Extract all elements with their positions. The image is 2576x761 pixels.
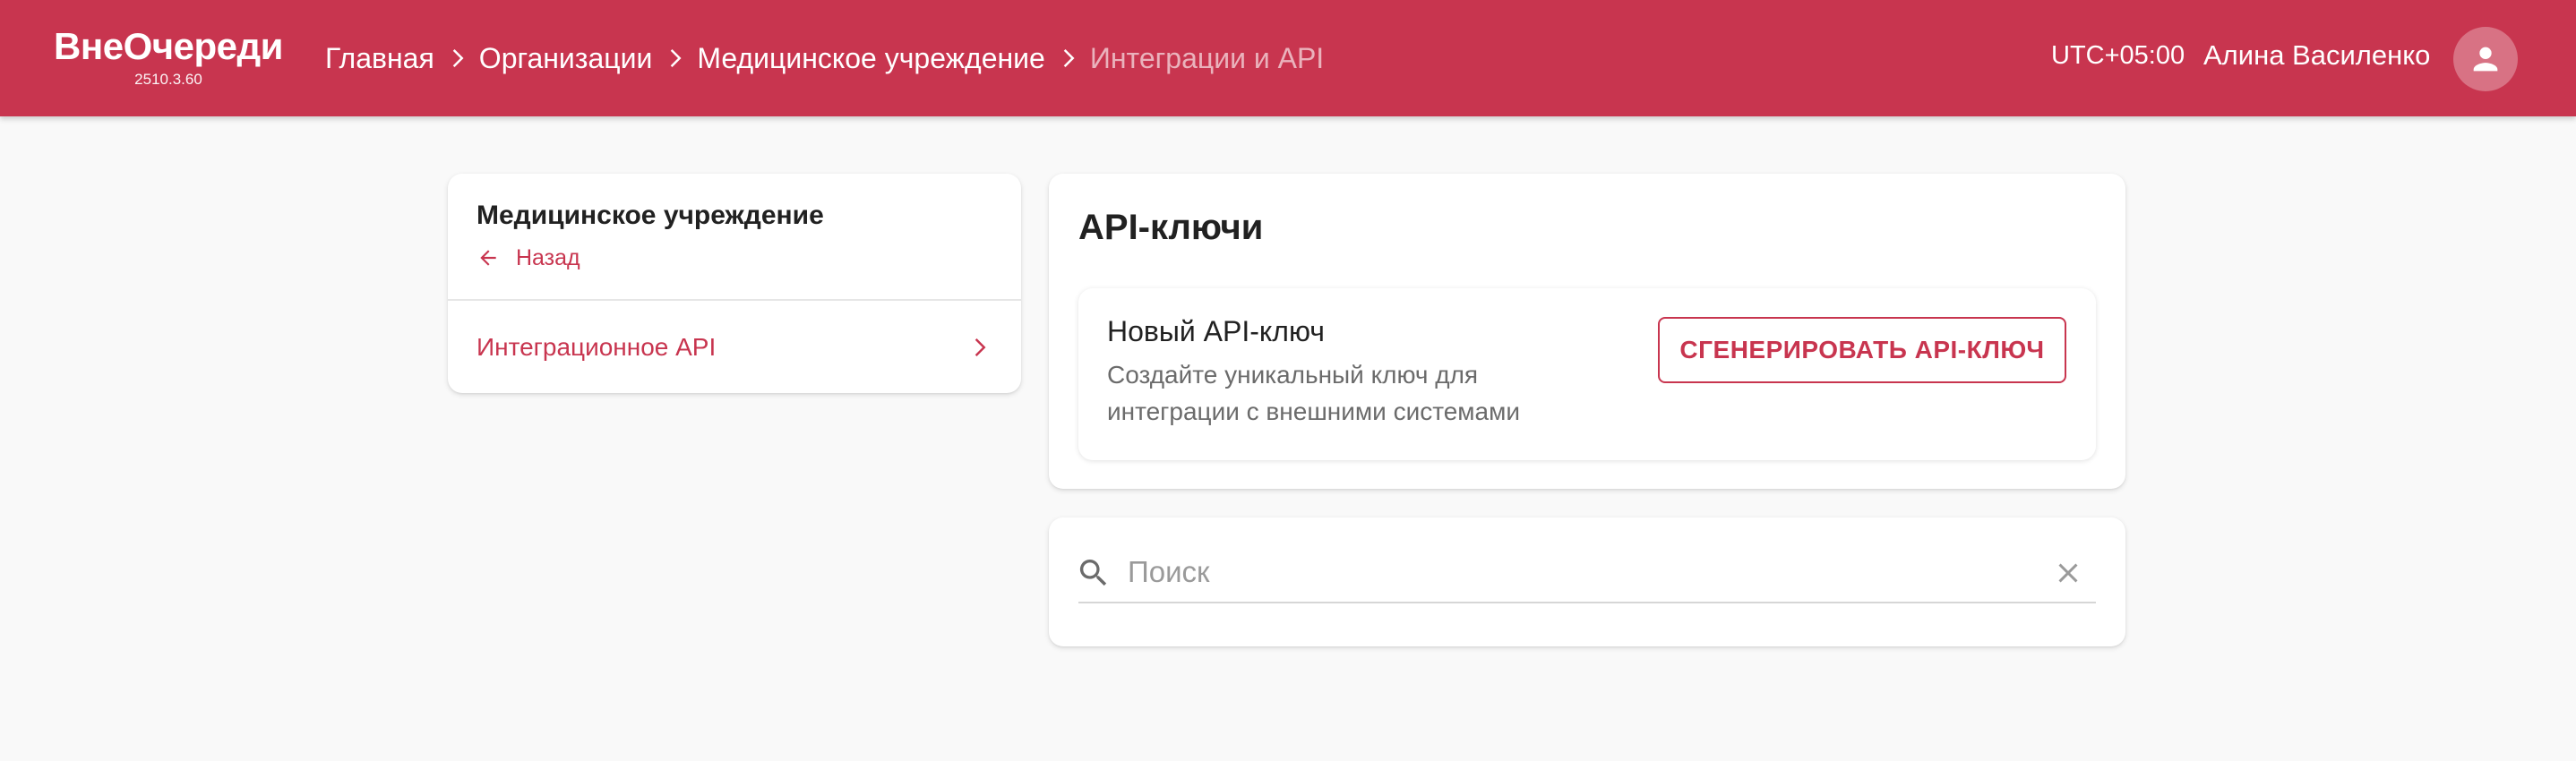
new-api-key-title: Новый API-ключ — [1107, 315, 1325, 347]
chevron-right-icon — [1045, 45, 1090, 72]
new-api-key-description: Создайте уникальный ключ для интеграции … — [1107, 361, 1521, 425]
search-input[interactable] — [1128, 550, 2023, 594]
chevron-right-icon — [652, 45, 697, 72]
arrow-left-icon — [480, 250, 496, 266]
breadcrumb: Главная Организации Медицинское учрежден… — [325, 36, 1324, 81]
breadcrumb-item-organizations[interactable]: Организации — [479, 42, 653, 75]
close-icon[interactable] — [2052, 557, 2084, 589]
search-icon — [1079, 560, 1107, 586]
api-keys-card: API-ключи Новый API-ключ Создайте уникал… — [1049, 174, 2125, 489]
back-link[interactable]: Назад — [477, 242, 580, 274]
chevron-right-icon — [434, 45, 479, 72]
back-link-label: Назад — [516, 244, 580, 270]
chevron-right-icon — [975, 338, 986, 356]
user-name[interactable]: Алина Василенко — [2203, 39, 2430, 72]
page-title: API-ключи — [1078, 208, 1264, 247]
sidebar-card: Медицинское учреждение Назад Интеграцион… — [448, 174, 1021, 393]
logo-title: ВнеОчереди — [54, 25, 283, 67]
app-version: 2510.3.60 — [134, 71, 202, 88]
top-app-bar: ВнеОчереди 2510.3.60 Главная Организации… — [0, 0, 2576, 116]
avatar[interactable] — [2453, 27, 2518, 91]
sidebar-item-integration-api[interactable]: Интеграционное API — [448, 301, 1021, 393]
timezone-label: UTC+05:00 — [2051, 41, 2185, 70]
generate-api-key-button[interactable]: СГЕНЕРИРОВАТЬ API-КЛЮЧ — [1658, 317, 2066, 383]
search-underline — [1078, 602, 2096, 603]
search-card — [1049, 517, 2125, 646]
app-logo[interactable]: ВнеОчереди 2510.3.60 — [52, 23, 285, 95]
breadcrumb-item-current: Интеграции и API — [1089, 41, 1325, 74]
new-api-key-panel: Новый API-ключ Создайте уникальный ключ … — [1078, 288, 2096, 460]
breadcrumb-item-institution[interactable]: Медицинское учреждение — [697, 42, 1045, 75]
breadcrumb-item-home[interactable]: Главная — [325, 42, 434, 75]
person-icon — [2473, 47, 2498, 72]
sidebar-item-label: Интеграционное API — [477, 332, 717, 361]
sidebar-title: Медицинское учреждение — [477, 201, 824, 230]
